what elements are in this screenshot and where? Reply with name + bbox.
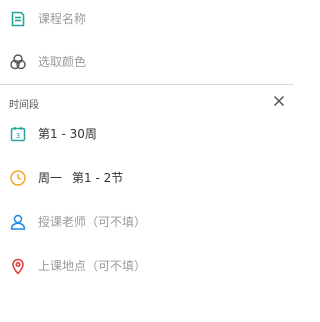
- palette-circles-icon: [9, 53, 27, 71]
- clock-icon: [9, 169, 27, 187]
- person-icon: [9, 213, 27, 231]
- periods-value[interactable]: 第1 - 2节: [72, 170, 123, 186]
- color-picker-row[interactable]: 选取颜色: [0, 40, 294, 84]
- course-name-input[interactable]: 课程名称: [38, 11, 86, 27]
- location-row[interactable]: 上课地点（可不填）: [0, 244, 294, 288]
- divider: [0, 84, 294, 85]
- course-name-row[interactable]: 课程名称: [0, 0, 294, 44]
- weeks-row[interactable]: 3 第1 - 30周: [0, 112, 294, 156]
- location-input[interactable]: 上课地点（可不填）: [38, 258, 146, 274]
- teacher-row[interactable]: 授课老师（可不填）: [0, 200, 294, 244]
- day-period-value: 周一 第1 - 2节: [38, 170, 123, 186]
- weekday-value[interactable]: 周一: [38, 170, 62, 186]
- day-period-row[interactable]: 周一 第1 - 2节: [0, 156, 294, 200]
- calendar-3-icon: 3: [9, 125, 27, 143]
- teacher-input[interactable]: 授课老师（可不填）: [38, 214, 146, 230]
- time-section-title: 时间段: [9, 100, 39, 111]
- close-icon[interactable]: [272, 94, 286, 108]
- map-pin-icon: [9, 257, 27, 275]
- color-picker-label[interactable]: 选取颜色: [38, 54, 86, 70]
- weeks-value[interactable]: 第1 - 30周: [38, 126, 97, 142]
- note-icon: [9, 10, 27, 28]
- svg-text:3: 3: [16, 132, 20, 140]
